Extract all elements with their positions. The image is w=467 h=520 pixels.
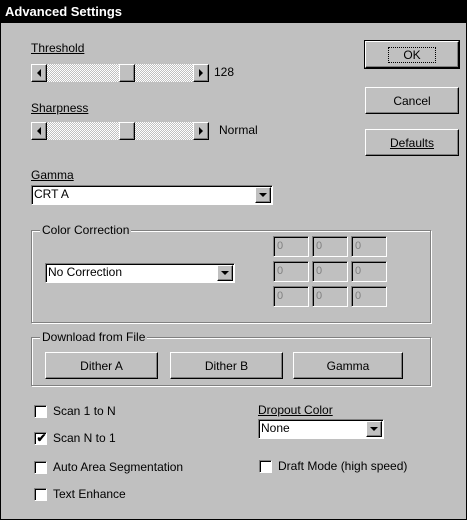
draft-mode-checkbox[interactable]: Draft Mode (high speed) bbox=[259, 459, 407, 473]
scan-n-to-1-box[interactable]: ✔ bbox=[34, 430, 47, 445]
matrix-cell-r1c1: 0 bbox=[273, 236, 309, 257]
ok-button-label: OK bbox=[388, 46, 436, 63]
sharpness-scroll-left-button[interactable] bbox=[31, 122, 47, 140]
download-from-file-title: Download from File bbox=[40, 330, 148, 344]
gamma-select[interactable]: CRT A bbox=[31, 185, 273, 205]
down-arrow-icon bbox=[221, 271, 229, 275]
matrix-cell-r3c1-value: 0 bbox=[277, 290, 284, 302]
matrix-cell-r1c1-value: 0 bbox=[277, 240, 284, 252]
defaults-button[interactable]: Defaults bbox=[365, 129, 459, 156]
defaults-button-label: Defaults bbox=[389, 135, 435, 150]
scan-1-to-n-checkbox[interactable]: Scan 1 to N bbox=[34, 404, 116, 418]
matrix-cell-r2c3: 0 bbox=[351, 261, 387, 282]
sharpness-label-text: Sharpness bbox=[31, 101, 89, 115]
threshold-label: Threshold bbox=[31, 41, 84, 55]
matrix-cell-r1c2: 0 bbox=[312, 236, 348, 257]
matrix-cell-r3c1: 0 bbox=[273, 286, 309, 307]
matrix-cell-r2c1-value: 0 bbox=[277, 265, 284, 277]
gamma-dropdown-button[interactable] bbox=[255, 187, 271, 203]
threshold-scroll-right-button[interactable] bbox=[193, 64, 209, 82]
scan-n-to-1-label: Scan N to 1 bbox=[53, 431, 116, 445]
auto-area-segmentation-label: Auto Area Segmentation bbox=[53, 460, 184, 474]
threshold-track[interactable] bbox=[47, 64, 193, 82]
color-correction-title: Color Correction bbox=[40, 223, 132, 237]
color-correction-select[interactable]: No Correction bbox=[45, 263, 235, 283]
sharpness-scroll-right-button[interactable] bbox=[193, 122, 209, 140]
threshold-slider[interactable] bbox=[31, 64, 209, 82]
auto-area-segmentation-checkbox[interactable]: Auto Area Segmentation bbox=[34, 460, 183, 474]
dither-b-button[interactable]: Dither B bbox=[170, 352, 283, 379]
down-arrow-icon bbox=[259, 193, 267, 197]
color-correction-value: No Correction bbox=[48, 265, 123, 279]
scan-1-to-n-label: Scan 1 to N bbox=[53, 404, 116, 418]
draft-mode-label: Draft Mode (high speed) bbox=[278, 459, 408, 473]
matrix-cell-r3c2-value: 0 bbox=[316, 290, 323, 302]
dropout-color-select[interactable]: None bbox=[258, 419, 384, 439]
matrix-cell-r2c3-value: 0 bbox=[355, 265, 362, 277]
sharpness-value: Normal bbox=[219, 123, 258, 137]
cancel-button[interactable]: Cancel bbox=[365, 87, 459, 114]
gamma-download-button[interactable]: Gamma bbox=[293, 352, 403, 379]
check-icon: ✔ bbox=[36, 430, 47, 445]
gamma-label-text: Gamma bbox=[31, 168, 74, 182]
dropout-color-label: Dropout Color bbox=[258, 403, 333, 417]
dropout-color-label-text: Dropout Color bbox=[258, 403, 333, 417]
gamma-label: Gamma bbox=[31, 168, 74, 182]
dither-a-button[interactable]: Dither A bbox=[45, 352, 158, 379]
text-enhance-label: Text Enhance bbox=[53, 487, 126, 501]
matrix-cell-r2c2-value: 0 bbox=[316, 265, 323, 277]
down-arrow-icon bbox=[370, 427, 378, 431]
text-enhance-box[interactable] bbox=[34, 487, 47, 501]
right-arrow-icon bbox=[199, 127, 203, 135]
text-enhance-checkbox[interactable]: Text Enhance bbox=[34, 487, 126, 501]
matrix-cell-r3c3: 0 bbox=[351, 286, 387, 307]
sharpness-slider[interactable] bbox=[31, 122, 209, 140]
sharpness-thumb[interactable] bbox=[119, 122, 136, 140]
matrix-cell-r1c3: 0 bbox=[351, 236, 387, 257]
gamma-select-value: CRT A bbox=[34, 187, 69, 201]
scan-n-to-1-checkbox[interactable]: ✔ Scan N to 1 bbox=[34, 431, 116, 445]
matrix-cell-r2c1: 0 bbox=[273, 261, 309, 282]
window-title: Advanced Settings bbox=[1, 1, 466, 23]
right-arrow-icon bbox=[199, 69, 203, 77]
left-arrow-icon bbox=[37, 127, 41, 135]
threshold-value: 128 bbox=[214, 65, 235, 79]
dropout-color-value: None bbox=[261, 421, 290, 435]
auto-area-segmentation-box[interactable] bbox=[34, 460, 47, 474]
matrix-cell-r1c3-value: 0 bbox=[355, 240, 362, 252]
matrix-cell-r3c2: 0 bbox=[312, 286, 348, 307]
matrix-cell-r2c2: 0 bbox=[312, 261, 348, 282]
advanced-settings-dialog: Advanced Settings Threshold 128 Sharpnes… bbox=[0, 0, 467, 520]
threshold-scroll-left-button[interactable] bbox=[31, 64, 47, 82]
color-correction-dropdown-button[interactable] bbox=[217, 265, 233, 281]
sharpness-label: Sharpness bbox=[31, 101, 88, 115]
sharpness-track[interactable] bbox=[47, 122, 193, 140]
threshold-thumb[interactable] bbox=[119, 64, 136, 82]
dropout-dropdown-button[interactable] bbox=[366, 421, 382, 437]
left-arrow-icon bbox=[37, 69, 41, 77]
ok-button[interactable]: OK bbox=[364, 40, 460, 69]
matrix-cell-r3c3-value: 0 bbox=[355, 290, 362, 302]
scan-1-to-n-box[interactable] bbox=[34, 404, 47, 418]
threshold-label-text: Threshold bbox=[31, 41, 85, 55]
draft-mode-box[interactable] bbox=[259, 459, 272, 473]
matrix-cell-r1c2-value: 0 bbox=[316, 240, 323, 252]
